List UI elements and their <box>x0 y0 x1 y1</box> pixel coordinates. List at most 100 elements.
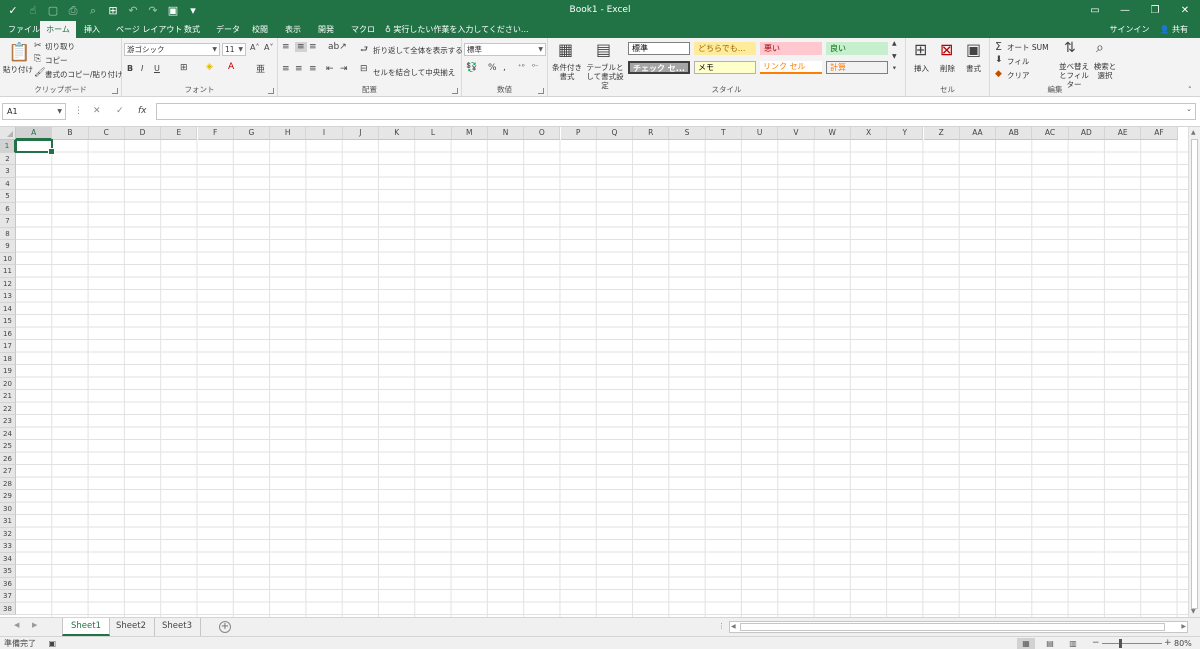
copy-button[interactable]: コピー <box>45 55 68 66</box>
vertical-scrollbar[interactable]: ▲ ▼ <box>1188 127 1200 617</box>
row-header-2[interactable]: 2 <box>0 152 16 165</box>
print-icon[interactable]: ⎙ <box>64 2 82 19</box>
align-bottom-icon[interactable]: ≡ <box>309 42 317 52</box>
macro-record-icon[interactable]: ▣ <box>49 639 57 648</box>
row-header-29[interactable]: 29 <box>0 490 16 503</box>
align-middle-icon[interactable]: ≡ <box>295 42 307 52</box>
row-header-31[interactable]: 31 <box>0 515 16 528</box>
row-header-9[interactable]: 9 <box>0 240 16 253</box>
phonetic-icon[interactable]: 亜 <box>256 62 265 75</box>
format-cells-icon[interactable]: ▣ <box>966 40 981 59</box>
eraser-icon[interactable]: ◆ <box>995 69 1002 79</box>
cell-style-2[interactable]: 悪い <box>760 42 822 55</box>
column-header-l[interactable]: L <box>415 127 452 140</box>
find-select-icon[interactable]: ⌕ <box>1096 40 1104 56</box>
row-header-23[interactable]: 23 <box>0 415 16 428</box>
table-icon[interactable]: ⊞ <box>104 2 122 19</box>
row-header-5[interactable]: 5 <box>0 190 16 203</box>
sheet-tab-sheet1[interactable]: Sheet1 <box>62 618 110 636</box>
tab-split-grip-icon[interactable]: ⋮ <box>718 622 725 630</box>
formula-input[interactable]: ⌄ <box>156 103 1196 120</box>
format-cells-button[interactable]: 書式 <box>966 63 981 74</box>
sheet-tab-sheet3[interactable]: Sheet3 <box>154 618 201 636</box>
clear-button[interactable]: クリア <box>1007 70 1030 81</box>
row-header-13[interactable]: 13 <box>0 290 16 303</box>
cut-button[interactable]: 切り取り <box>45 41 75 52</box>
increase-font-icon[interactable]: A˄ <box>250 43 259 52</box>
tab-insert[interactable]: 挿入 <box>78 21 106 38</box>
increase-decimal-icon[interactable]: ⁺⁰ <box>518 63 525 71</box>
row-header-27[interactable]: 27 <box>0 465 16 478</box>
minimize-icon[interactable]: — <box>1110 0 1140 21</box>
scissors-icon[interactable]: ✂ <box>34 41 42 51</box>
paste-button[interactable]: 貼り付け <box>3 64 33 75</box>
scroll-down-icon[interactable]: ▼ <box>1191 608 1196 615</box>
font-size-select[interactable]: 11 ▼ <box>222 43 246 56</box>
alignment-launcher-icon[interactable] <box>452 88 458 94</box>
scroll-right-icon[interactable]: ▶ <box>1181 623 1186 630</box>
vertical-scroll-thumb[interactable] <box>1191 139 1198 609</box>
column-header-o[interactable]: O <box>524 127 561 140</box>
copy-icon[interactable]: ⎘ <box>34 54 41 64</box>
italic-button[interactable]: I <box>141 64 143 73</box>
cell-style-4[interactable]: チェック セ... <box>628 61 690 74</box>
row-header-21[interactable]: 21 <box>0 390 16 403</box>
touch-mode-icon[interactable]: ☝ <box>24 2 42 19</box>
tab-review[interactable]: 校閲 <box>246 21 274 38</box>
column-header-ad[interactable]: AD <box>1068 127 1105 140</box>
column-header-af[interactable]: AF <box>1141 127 1178 140</box>
border-icon[interactable]: ⊞ <box>180 63 188 73</box>
format-painter-icon[interactable]: 🖌 <box>34 68 45 78</box>
column-header-b[interactable]: B <box>52 127 89 140</box>
decrease-font-icon[interactable]: A˅ <box>264 43 273 52</box>
column-header-r[interactable]: R <box>633 127 670 140</box>
number-format-select[interactable]: 標準 ▼ <box>464 43 546 56</box>
column-header-aa[interactable]: AA <box>959 127 997 140</box>
signin-link[interactable]: サインイン <box>1109 21 1149 38</box>
orientation-icon[interactable]: ab↗ <box>328 42 347 52</box>
column-header-q[interactable]: Q <box>596 127 634 140</box>
row-header-6[interactable]: 6 <box>0 202 16 215</box>
column-header-u[interactable]: U <box>742 127 779 140</box>
decrease-indent-icon[interactable]: ⇤ <box>326 64 334 74</box>
row-header-24[interactable]: 24 <box>0 427 16 440</box>
column-header-i[interactable]: I <box>306 127 343 140</box>
align-center-icon[interactable]: ≡ <box>295 64 303 74</box>
row-header-8[interactable]: 8 <box>0 227 16 240</box>
decrease-decimal-icon[interactable]: ⁰⁻ <box>532 63 539 71</box>
zoom-in-button[interactable]: + <box>1164 637 1172 649</box>
row-header-11[interactable]: 11 <box>0 265 16 278</box>
cell-area[interactable] <box>16 140 1188 617</box>
row-header-18[interactable]: 18 <box>0 352 16 365</box>
delete-cells-button[interactable]: 削除 <box>940 63 955 74</box>
column-header-t[interactable]: T <box>705 127 742 140</box>
column-header-f[interactable]: F <box>197 127 234 140</box>
percent-button[interactable]: % <box>488 63 497 73</box>
clipboard-launcher-icon[interactable] <box>112 88 118 94</box>
tell-me-search[interactable]: ♁ 実行したい作業を入力してください... <box>385 21 529 38</box>
page-break-view-icon[interactable]: ▥ <box>1064 638 1082 649</box>
column-header-g[interactable]: G <box>233 127 271 140</box>
align-top-icon[interactable]: ≡ <box>282 42 290 52</box>
tab-developer[interactable]: 開発 <box>312 21 340 38</box>
tab-page-layout[interactable]: ページ レイアウト <box>110 21 188 38</box>
tab-view[interactable]: 表示 <box>279 21 307 38</box>
column-header-s[interactable]: S <box>669 127 706 140</box>
font-launcher-icon[interactable] <box>268 88 274 94</box>
format-as-table-icon[interactable]: ▤ <box>596 40 611 59</box>
cell-style-5[interactable]: メモ <box>694 61 756 74</box>
zoom-out-button[interactable]: − <box>1092 637 1100 649</box>
row-header-26[interactable]: 26 <box>0 452 16 465</box>
row-header-1[interactable]: 1 <box>0 140 16 153</box>
format-painter-button[interactable]: 書式のコピー/貼り付け <box>45 69 123 80</box>
undo-icon[interactable]: ↶ <box>124 2 142 19</box>
column-header-z[interactable]: Z <box>923 127 960 140</box>
save-icon[interactable]: ▣ <box>164 2 182 19</box>
column-header-ae[interactable]: AE <box>1105 127 1142 140</box>
column-header-e[interactable]: E <box>161 127 198 140</box>
column-header-j[interactable]: J <box>342 127 379 140</box>
column-header-m[interactable]: M <box>451 127 488 140</box>
insert-function-button[interactable]: fx <box>138 103 147 120</box>
row-header-16[interactable]: 16 <box>0 327 16 340</box>
column-header-d[interactable]: D <box>124 127 162 140</box>
